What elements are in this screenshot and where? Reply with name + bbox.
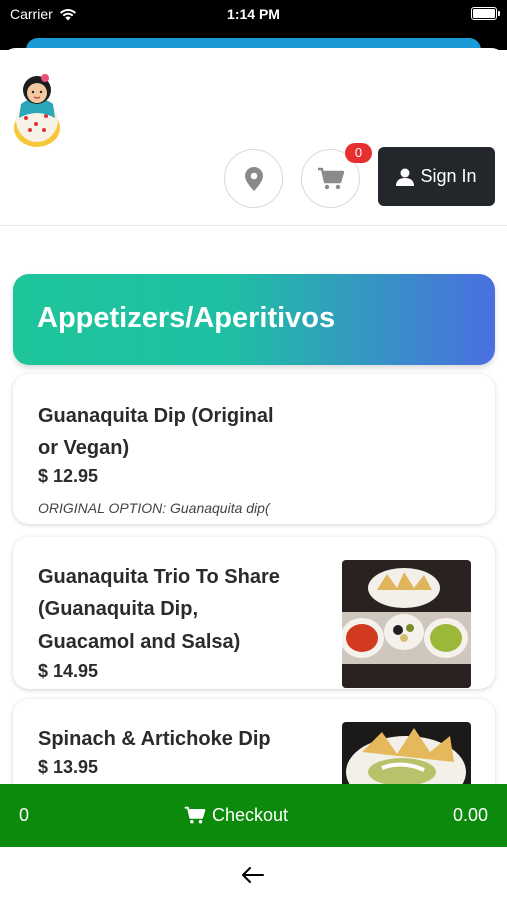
bottom-navigation	[0, 847, 507, 900]
app-header: 0 Sign In	[0, 48, 507, 226]
category-banner[interactable]: Appetizers/Aperitivos	[13, 274, 495, 365]
menu-item-price: $ 13.95	[38, 757, 99, 777]
cart-count-badge: 0	[345, 143, 372, 163]
sign-in-label: Sign In	[420, 166, 477, 186]
menu-item-price: $ 14.95	[38, 661, 99, 681]
menu-item-description: ORIGINAL OPTION: Guanaquita dip(	[38, 500, 270, 516]
sign-in-button[interactable]: Sign In	[378, 147, 495, 206]
menu-item-name: or Vegan)	[38, 437, 130, 459]
checkout-item-count: 0	[19, 805, 30, 825]
menu-item[interactable]: Guanaquita Dip (Original or Vegan) $ 12.…	[13, 374, 495, 524]
menu-item-name: Guanaquita Trio To Share	[38, 566, 280, 588]
menu-item-name: Guanaquita Dip (Original	[38, 405, 274, 427]
category-title: Appetizers/Aperitivos	[37, 302, 336, 334]
back-arrow-icon[interactable]	[242, 867, 264, 883]
checkout-label: Checkout	[212, 805, 289, 825]
menu-item-name: Guacamol and Salsa)	[38, 631, 241, 653]
battery-icon	[471, 7, 500, 20]
location-button[interactable]	[224, 149, 283, 208]
cart-icon	[184, 806, 206, 824]
status-bar: Carrier 1:14 PM	[0, 0, 507, 30]
menu-item-name: (Guanaquita Dip,	[38, 598, 198, 620]
restaurant-logo[interactable]	[12, 68, 62, 148]
location-pin-icon	[244, 166, 263, 191]
menu-item-price: $ 12.95	[38, 466, 99, 486]
checkout-total: 0.00	[452, 805, 488, 825]
background-sheet	[0, 30, 507, 52]
checkout-button[interactable]: Checkout	[184, 805, 288, 826]
menu-item-photo	[342, 560, 471, 688]
menu-item[interactable]: Guanaquita Trio To Share (Guanaquita Dip…	[13, 537, 495, 689]
menu-item-name: Spinach & Artichoke Dip	[38, 728, 271, 750]
checkout-bar: 0 Checkout 0.00	[0, 784, 507, 847]
user-icon	[396, 168, 415, 186]
cart-icon	[317, 167, 344, 189]
status-time: 1:14 PM	[227, 6, 280, 22]
